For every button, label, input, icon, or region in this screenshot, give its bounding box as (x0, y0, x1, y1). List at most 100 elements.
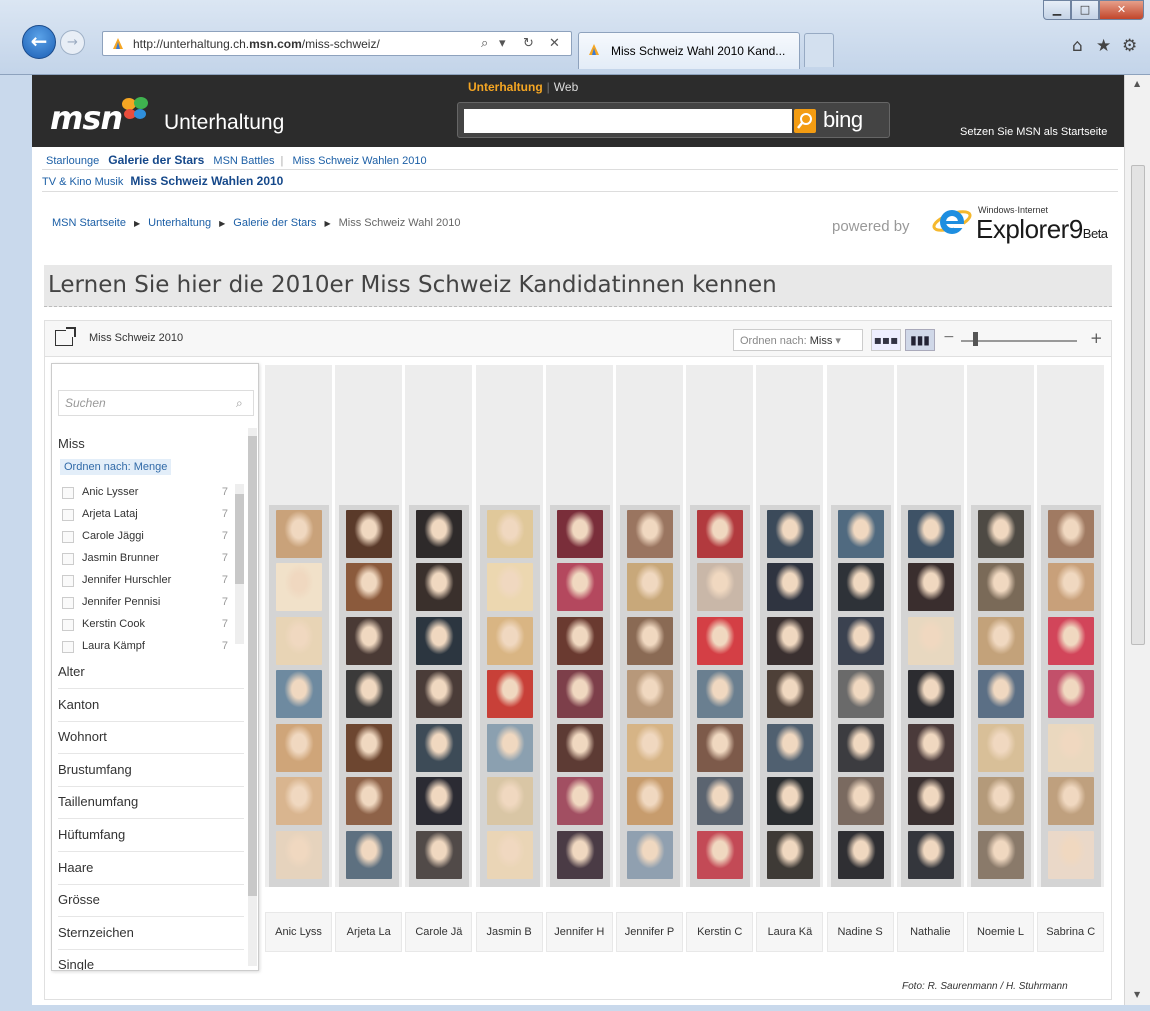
candidate-photo[interactable] (627, 723, 673, 772)
filter-category[interactable]: Grösse (58, 884, 244, 918)
filter-search-input[interactable]: Suchen (58, 390, 254, 416)
filter-category[interactable]: Alter (58, 656, 244, 689)
filter-item[interactable]: Jennifer Hurschler 7 (60, 572, 234, 592)
filter-panel-scrollbar[interactable] (248, 428, 257, 966)
candidate-photo[interactable] (1048, 616, 1095, 665)
candidate-photo[interactable] (978, 563, 1024, 611)
candidate-photo[interactable] (1048, 670, 1095, 718)
candidate-photo[interactable] (767, 563, 814, 611)
column-label[interactable]: Kerstin C (686, 912, 754, 952)
candidate-photo[interactable] (276, 830, 322, 879)
candidate-photo[interactable] (907, 670, 954, 718)
candidate-photo[interactable] (837, 509, 884, 558)
column-label[interactable]: Sabrina C (1037, 912, 1105, 952)
maximize-button[interactable]: □ (1071, 0, 1099, 20)
candidate-photo[interactable] (907, 723, 954, 772)
address-bar[interactable]: http://unterhaltung.ch.msn.com/miss-schw… (102, 31, 572, 56)
histogram-column[interactable]: Carole Jä (405, 365, 473, 952)
refresh-icon[interactable]: ↻ (523, 36, 534, 51)
column-label[interactable]: Jennifer P (616, 912, 683, 952)
candidate-photo[interactable] (837, 830, 884, 879)
histogram-column[interactable]: Nathalie (896, 365, 964, 952)
grid-view-button[interactable]: ▪▪▪ (871, 329, 901, 351)
column-label[interactable]: Laura Kä (756, 912, 824, 952)
candidate-photo[interactable] (697, 670, 744, 718)
candidate-photo[interactable] (416, 509, 463, 558)
filter-checkbox[interactable] (62, 641, 74, 653)
histogram-column[interactable]: Jasmin B (475, 365, 543, 952)
zoom-out-button[interactable]: − (943, 329, 955, 345)
candidate-photo[interactable] (978, 616, 1024, 665)
candidate-photo[interactable] (276, 670, 322, 718)
candidate-photo[interactable] (346, 563, 393, 611)
candidate-photo[interactable] (627, 616, 673, 665)
candidate-photo[interactable] (837, 563, 884, 611)
scrollbar-thumb[interactable] (1131, 165, 1145, 645)
candidate-photo[interactable] (486, 509, 533, 558)
filter-order-link[interactable]: Ordnen nach: Menge (60, 459, 172, 475)
candidate-photo[interactable] (697, 509, 744, 558)
column-label[interactable]: Arjeta La (335, 912, 403, 952)
candidate-photo[interactable] (907, 563, 954, 611)
candidate-photo[interactable] (556, 563, 603, 611)
candidate-photo[interactable] (767, 830, 814, 879)
minimize-button[interactable]: ▁ (1043, 0, 1071, 20)
zoom-in-button[interactable]: + (1090, 329, 1103, 347)
scroll-down-arrow-icon[interactable]: ▼ (1134, 990, 1140, 999)
candidate-photo[interactable] (416, 777, 463, 825)
column-label[interactable]: Nathalie (896, 912, 964, 952)
filter-checkbox[interactable] (62, 597, 74, 609)
candidate-photo[interactable] (627, 777, 673, 825)
histogram-column[interactable]: Jennifer H (545, 365, 613, 952)
candidate-photo[interactable] (837, 670, 884, 718)
filter-checkbox[interactable] (62, 509, 74, 521)
candidate-photo[interactable] (346, 616, 393, 665)
candidate-photo[interactable] (697, 723, 744, 772)
breadcrumb-galerie[interactable]: Galerie der Stars (233, 217, 316, 229)
candidate-photo[interactable] (486, 723, 533, 772)
tools-gear-icon[interactable]: ⚙ (1122, 36, 1137, 56)
candidate-photo[interactable] (627, 509, 673, 558)
candidate-photo[interactable] (346, 723, 393, 772)
candidate-photo[interactable] (556, 723, 603, 772)
candidate-photo[interactable] (978, 670, 1024, 718)
nav-galerie-der-stars[interactable]: Galerie der Stars (108, 153, 204, 167)
scroll-up-arrow-icon[interactable]: ▲ (1134, 79, 1140, 88)
filter-item[interactable]: Jennifer Pennisi 7 (60, 594, 234, 614)
filter-checkbox[interactable] (62, 553, 74, 565)
column-label[interactable]: Carole Jä (405, 912, 473, 952)
filter-item[interactable]: Arjeta Lataj 7 (60, 506, 234, 526)
candidate-photo[interactable] (837, 723, 884, 772)
histogram-column[interactable]: Anic Lyss (265, 365, 332, 952)
zoom-slider[interactable] (961, 340, 1077, 342)
search-input[interactable] (464, 109, 792, 133)
filter-item[interactable]: Kerstin Cook 7 (60, 616, 234, 636)
candidate-photo[interactable] (978, 830, 1024, 879)
candidate-photo[interactable] (416, 563, 463, 611)
candidate-photo[interactable] (1048, 509, 1095, 558)
column-label[interactable]: Jasmin B (475, 912, 543, 952)
filter-category[interactable]: Sternzeichen (58, 917, 244, 950)
filter-checkbox[interactable] (62, 531, 74, 543)
histogram-column[interactable]: Arjeta La (335, 365, 403, 952)
candidate-photo[interactable] (837, 777, 884, 825)
breadcrumb-msn-startseite[interactable]: MSN Startseite (52, 217, 126, 229)
candidate-photo[interactable] (978, 509, 1024, 558)
candidate-photo[interactable] (627, 670, 673, 718)
forward-button[interactable]: → (60, 30, 85, 55)
candidate-photo[interactable] (767, 777, 814, 825)
candidate-photo[interactable] (1048, 830, 1095, 879)
nav-miss-schweiz[interactable]: Miss Schweiz Wahlen 2010 (292, 155, 426, 167)
candidate-photo[interactable] (416, 723, 463, 772)
filter-checkbox[interactable] (62, 619, 74, 631)
candidate-photo[interactable] (907, 509, 954, 558)
candidate-photo[interactable] (416, 670, 463, 718)
filter-item[interactable]: Anic Lysser 7 (60, 484, 234, 504)
candidate-photo[interactable] (1048, 563, 1095, 611)
histogram-column[interactable]: Sabrina C (1037, 365, 1105, 952)
address-search-icon[interactable]: ⌕ (481, 36, 488, 51)
candidate-photo[interactable] (276, 777, 322, 825)
scrollbar-thumb[interactable] (248, 436, 257, 896)
candidate-photo[interactable] (907, 830, 954, 879)
candidate-photo[interactable] (276, 509, 322, 558)
